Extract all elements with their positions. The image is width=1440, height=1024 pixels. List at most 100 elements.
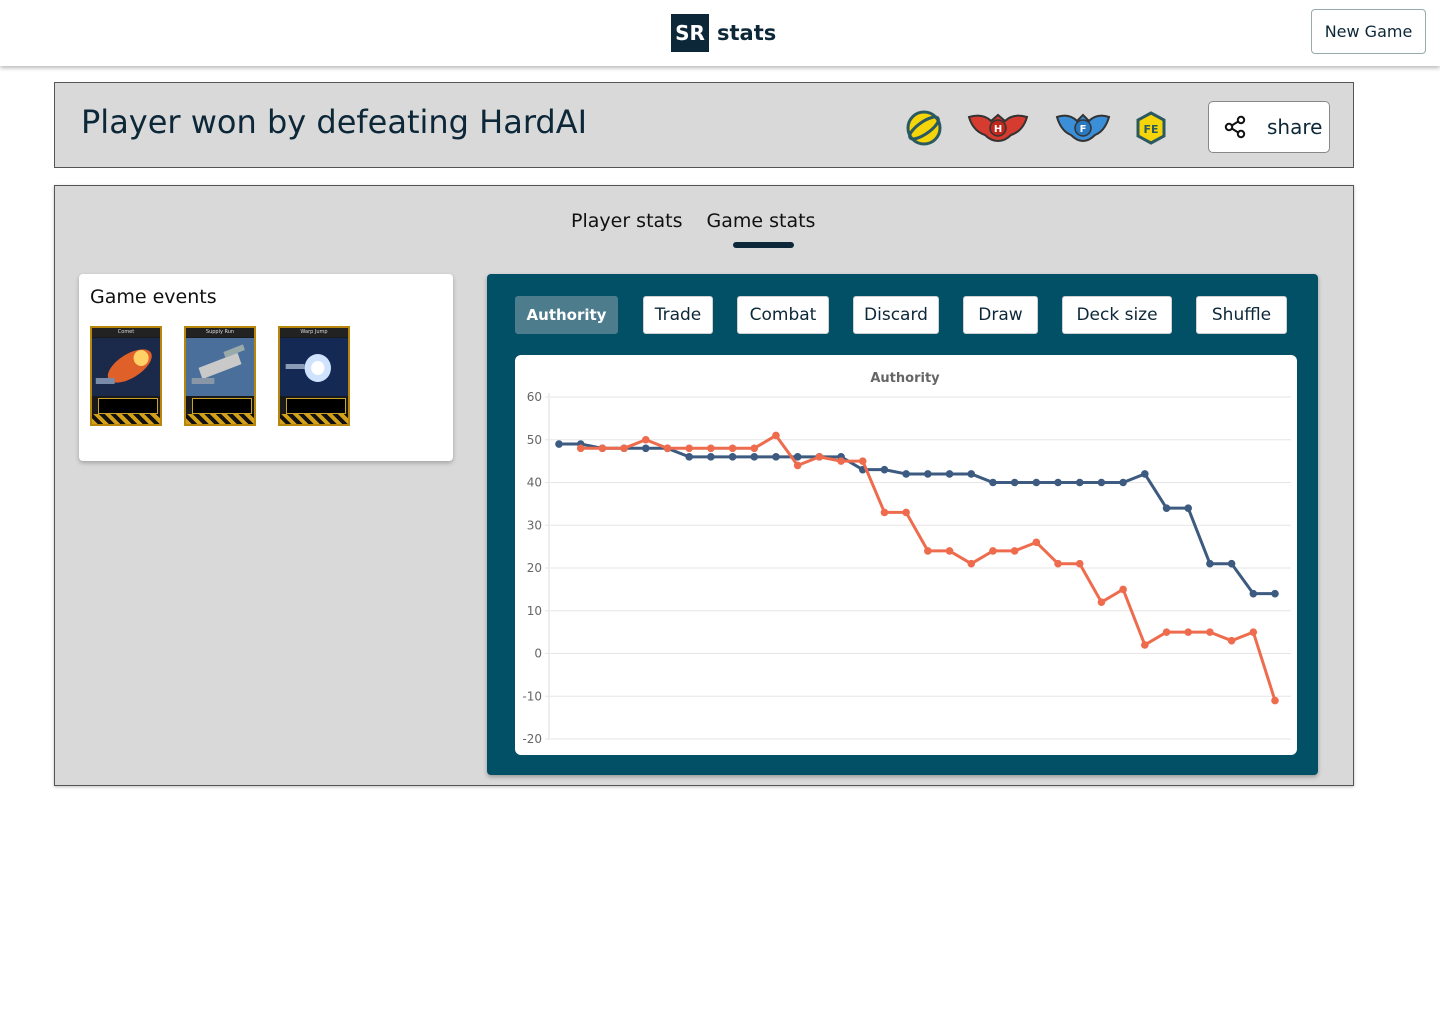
authority-chart: Authority 60 50 40 30 20 10 0 -10 -20 — [522, 371, 1291, 746]
share-button[interactable]: share — [1208, 101, 1330, 153]
event-card-warp-jump[interactable]: Warp Jump — [278, 326, 350, 426]
brand-logo[interactable]: SR stats — [671, 14, 776, 52]
series-1-point — [707, 444, 715, 453]
series-1-point — [1119, 585, 1127, 594]
event-card-name: Warp Jump — [280, 328, 348, 337]
series-0-point — [641, 444, 650, 453]
series-0-point — [1141, 470, 1149, 478]
series-1-point — [620, 444, 628, 453]
series-1-point — [576, 444, 585, 453]
stat-button-trade[interactable]: Trade — [643, 296, 713, 334]
series-0-point — [772, 453, 780, 461]
series-0-point — [1206, 559, 1214, 568]
event-card-name: Comet — [92, 328, 160, 337]
series-1-point — [1141, 641, 1149, 649]
series-1-point — [902, 508, 910, 517]
series-1-point — [793, 461, 802, 470]
y-tick-label: 0 — [534, 647, 542, 661]
tab-game-stats[interactable]: Game stats — [707, 210, 815, 248]
stat-button-shuffle[interactable]: Shuffle — [1196, 296, 1287, 334]
series-0-point — [1075, 478, 1084, 487]
series-1-point — [880, 508, 889, 517]
series-0-point — [924, 470, 932, 478]
event-card-supply-run[interactable]: Supply Run — [184, 326, 256, 426]
series-0-point — [1249, 589, 1258, 598]
svg-text:F: F — [1080, 124, 1087, 135]
blob-icon: H — [967, 113, 1029, 143]
series-0-point — [685, 453, 693, 461]
series-1-point — [967, 559, 976, 568]
event-card-name: Supply Run — [186, 328, 254, 337]
series-1-point — [1249, 628, 1258, 636]
series-1-point — [1162, 628, 1171, 636]
series-0-point — [967, 470, 976, 478]
y-tick-label: 60 — [527, 390, 542, 404]
series-1-point — [641, 435, 650, 444]
series-0-point — [1162, 504, 1171, 512]
series-1-point — [663, 444, 672, 453]
new-game-button[interactable]: New Game — [1311, 9, 1426, 54]
event-card-text — [192, 398, 252, 414]
series-0-point — [750, 453, 759, 461]
star-empire-icon: F — [1055, 113, 1111, 143]
game-events-card: Game events Comet Supply Run Warp Jump — [79, 274, 453, 461]
stat-button-combat[interactable]: Combat — [737, 296, 829, 334]
game-result-title: Player won by defeating HardAI — [81, 103, 588, 141]
event-card-comet[interactable]: Comet — [90, 326, 162, 426]
series-0-point — [945, 470, 954, 478]
series-0-point — [1184, 504, 1193, 512]
series-1-point — [750, 444, 759, 453]
y-tick-label: 10 — [527, 604, 542, 618]
supply-run-art — [186, 338, 254, 396]
series-0-point — [728, 453, 737, 461]
y-tick-label: 50 — [527, 433, 542, 447]
svg-text:H: H — [994, 124, 1002, 135]
event-card-stripe — [280, 414, 348, 424]
series-1-point — [945, 547, 954, 555]
tab-player-stats[interactable]: Player stats — [571, 210, 683, 232]
series-line-0 — [559, 442, 1275, 596]
series-0-point — [1097, 478, 1106, 487]
series-1-point — [858, 457, 867, 465]
brand-text: stats — [717, 21, 777, 45]
y-tick-label: 40 — [527, 476, 542, 490]
stat-button-authority[interactable]: Authority — [515, 296, 618, 334]
share-icon — [1224, 115, 1246, 139]
series-1-point — [1010, 547, 1019, 555]
series-1-point — [1097, 598, 1106, 606]
stats-panel: Player stats Game stats Game events Come… — [54, 185, 1354, 786]
series-0-point — [902, 470, 910, 478]
chart-title: Authority — [870, 371, 940, 386]
series-1-point — [1054, 559, 1062, 568]
stats-tabs: Player stats Game stats — [571, 210, 839, 248]
top-navbar: SR stats New Game — [0, 0, 1440, 66]
warp-jump-art — [280, 338, 348, 396]
series-1-point — [837, 457, 845, 465]
series-0-point — [880, 465, 889, 474]
brand-mark: SR — [671, 14, 709, 52]
series-1-point — [1075, 559, 1084, 568]
event-card-text — [98, 398, 158, 414]
y-tick-label: -20 — [522, 732, 542, 746]
y-tick-label: 20 — [527, 561, 542, 575]
y-tick-label: 30 — [527, 518, 542, 532]
stat-button-draw[interactable]: Draw — [963, 296, 1038, 334]
series-1-point — [815, 453, 824, 461]
series-0-point — [1032, 478, 1041, 487]
series-0-point — [1119, 478, 1127, 487]
y-tick-label: -10 — [522, 689, 542, 703]
series-0-point — [555, 440, 563, 448]
series-1-point — [989, 547, 997, 555]
stat-button-deck-size[interactable]: Deck size — [1062, 296, 1172, 334]
series-1-point — [1271, 696, 1279, 705]
series-1-point — [1206, 628, 1214, 636]
stat-button-discard[interactable]: Discard — [853, 296, 939, 334]
series-0-point — [1010, 478, 1019, 487]
series-1-point — [728, 444, 737, 453]
game-result-panel: Player won by defeating HardAI H F FE sh… — [54, 82, 1354, 168]
game-events-title: Game events — [90, 286, 217, 308]
series-1-point — [1032, 538, 1041, 547]
series-1-point — [598, 444, 607, 453]
machine-cult-icon: FE — [1136, 111, 1166, 145]
trade-federation-icon — [906, 110, 942, 146]
